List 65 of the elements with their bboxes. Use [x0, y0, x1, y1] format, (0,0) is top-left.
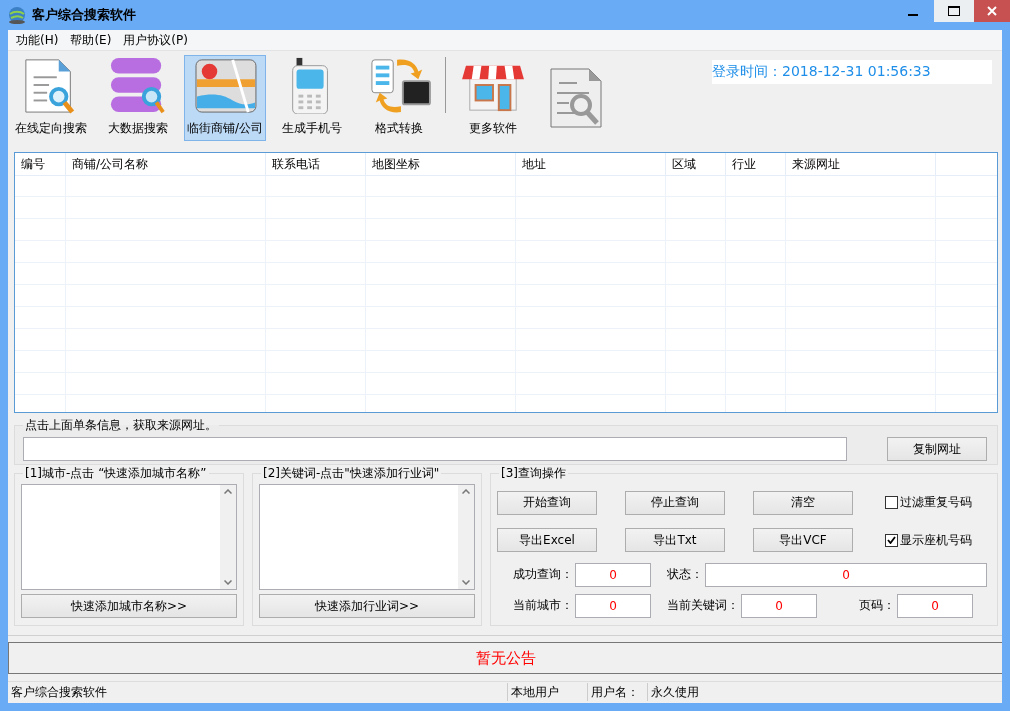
- maximize-button[interactable]: [934, 0, 974, 22]
- group-label: [2]关键词-点击"快速添加行业词": [262, 465, 441, 482]
- field-label: 状态：: [667, 566, 703, 584]
- status-text: 用户名：: [588, 683, 648, 701]
- status-text: 客户综合搜索软件: [8, 683, 508, 701]
- count-field: 0: [575, 562, 651, 587]
- map-pin-icon: [193, 56, 257, 114]
- toolbar-button[interactable]: 更多软件: [452, 55, 534, 141]
- action-button[interactable]: 导出Excel: [497, 528, 597, 553]
- column-header[interactable]: 编号: [15, 153, 66, 175]
- action-button[interactable]: 导出VCF: [753, 528, 853, 553]
- column-header[interactable]: 商铺/公司名称: [66, 153, 266, 175]
- action-button[interactable]: 导出Txt: [625, 528, 725, 553]
- window-title: 客户综合搜索软件: [32, 6, 136, 24]
- count-field: 0: [897, 593, 973, 618]
- globe-icon: [8, 6, 26, 24]
- menu-item[interactable]: 功能(H): [10, 31, 65, 49]
- scroll-up-icon: [224, 489, 232, 494]
- field-label: 当前关键词：: [667, 597, 739, 614]
- count-field: 0: [575, 593, 651, 618]
- status-text: 本地用户: [508, 683, 588, 701]
- toolbar-button[interactable]: 大数据搜索: [97, 55, 179, 141]
- group-label: [1]城市-点击 “快速添加城市名称”: [24, 465, 208, 482]
- scroll-down-icon: [224, 580, 232, 585]
- url-input-field[interactable]: [23, 437, 847, 461]
- field-label: 成功查询：: [513, 566, 573, 584]
- quick-add-button[interactable]: 快速添加行业词>>: [259, 594, 475, 618]
- count-field: 0: [705, 562, 987, 587]
- scroll-down-icon: [462, 580, 470, 585]
- checkbox-label: 显示座机号码: [900, 531, 972, 549]
- close-icon: [987, 6, 997, 16]
- column-header[interactable]: 地址: [516, 153, 666, 175]
- action-button[interactable]: 清空: [753, 490, 853, 515]
- checkbox[interactable]: [885, 533, 898, 547]
- action-button[interactable]: 开始查询: [497, 490, 597, 515]
- status-text: 永久使用: [650, 683, 700, 701]
- menu-item[interactable]: 用户协议(P): [117, 31, 194, 49]
- column-header[interactable]: 区域: [666, 153, 726, 175]
- field-label: 当前城市：: [513, 597, 573, 614]
- maximize-icon: [948, 6, 960, 16]
- minimize-icon: [908, 14, 918, 16]
- notice-text: 暂无公告: [8, 642, 1002, 674]
- scroll-up-icon: [462, 489, 470, 494]
- menu-item[interactable]: 帮助(E): [64, 31, 118, 49]
- login-time-text: 登录时间：2018-12-31 01:56:33: [712, 60, 992, 84]
- toolbar-button[interactable]: 生成手机号: [271, 55, 353, 141]
- group-label: 点击上面单条信息，获取来源网址。: [24, 417, 218, 434]
- column-header[interactable]: 地图坐标: [366, 153, 516, 175]
- field-label: 页码：: [859, 597, 895, 614]
- toolbar-button[interactable]: 在线定向搜索: [10, 55, 92, 141]
- copy-url-button[interactable]: 复制网址: [887, 437, 987, 461]
- checkmark-icon: [887, 536, 896, 545]
- column-header[interactable]: 来源网址: [786, 153, 936, 175]
- column-header[interactable]: 行业: [726, 153, 786, 175]
- column-header[interactable]: 联系电话: [266, 153, 366, 175]
- quick-add-button[interactable]: 快速添加城市名称>>: [21, 594, 237, 618]
- close-button[interactable]: [974, 0, 1010, 22]
- document-search-icon: [547, 65, 605, 131]
- count-field: 0: [741, 593, 817, 618]
- group-label: [3]查询操作: [500, 465, 567, 482]
- action-button[interactable]: 停止查询: [625, 490, 725, 515]
- checkbox-label: 过滤重复号码: [900, 494, 972, 512]
- toolbar-button[interactable]: 临街商铺/公司: [184, 55, 266, 141]
- checkbox[interactable]: [885, 496, 898, 510]
- toolbar-button[interactable]: 格式转换: [358, 55, 440, 141]
